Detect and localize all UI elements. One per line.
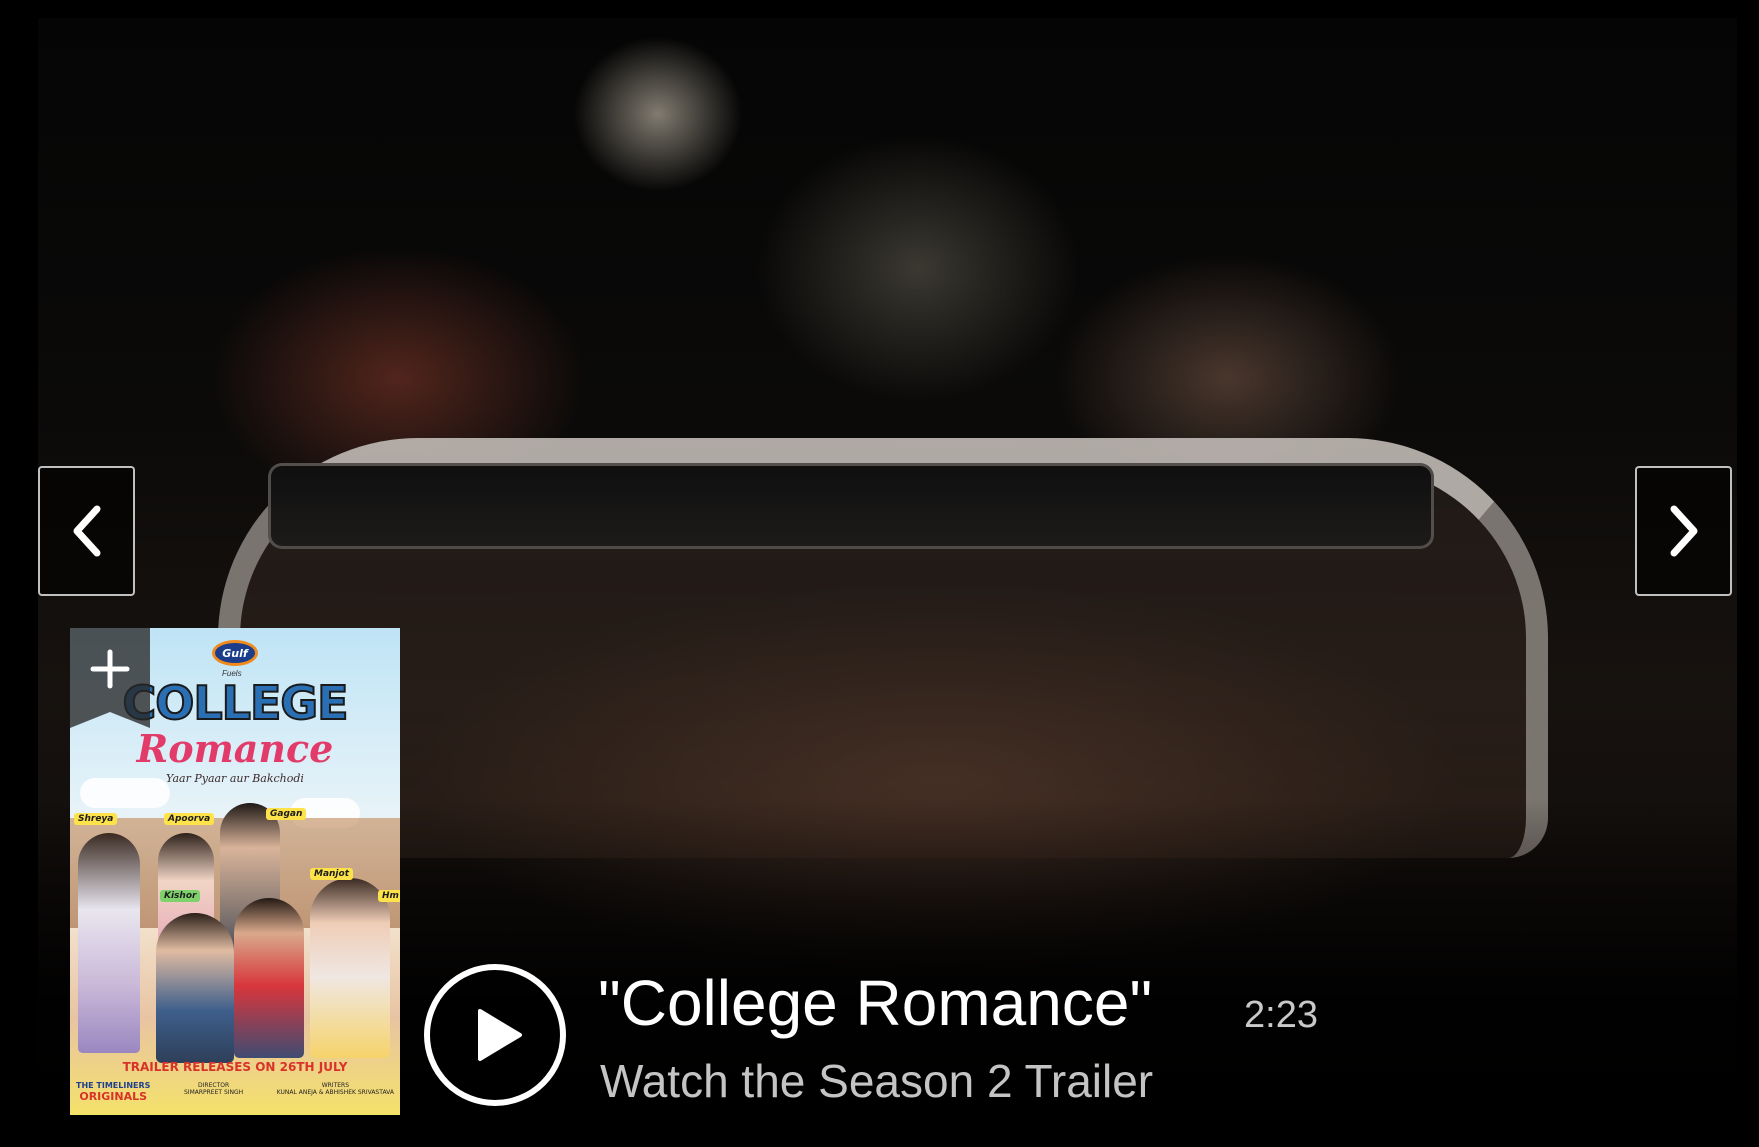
poster-sponsor-logo-text: Gulf: [222, 646, 248, 660]
poster-title-line2: Romance: [136, 726, 334, 771]
chevron-left-icon: [73, 505, 100, 557]
poster-cast-name: Shreya: [74, 813, 118, 825]
poster-cast-member: [310, 878, 390, 1058]
poster-cast-member: [156, 913, 234, 1063]
video-duration: 2:23: [1244, 994, 1318, 1036]
poster-release-text: TRAILER RELEASES ON 26TH JULY: [122, 1060, 348, 1074]
poster-cast-member: [234, 898, 304, 1058]
hero-sunroof-shape: [268, 463, 1434, 549]
poster-director-label: DIRECTOR: [198, 1082, 230, 1089]
add-to-watchlist-button[interactable]: [70, 628, 150, 728]
video-title[interactable]: "College Romance": [598, 968, 1152, 1038]
watchlist-ribbon: [70, 628, 150, 728]
video-subtitle[interactable]: Watch the Season 2 Trailer: [600, 1054, 1153, 1108]
poster-writers-names: KUNAL ANEJA & ABHISHEK SRIVASTAVA: [276, 1089, 394, 1096]
poster-credits-director: DIRECTOR SIMARPREET SINGH: [184, 1082, 243, 1103]
poster-director-name: SIMARPREET SINGH: [183, 1089, 244, 1096]
poster-brand-line2: ORIGINALS: [79, 1089, 148, 1103]
poster-writers-label: WRITERS: [321, 1082, 350, 1089]
poster-tagline: Yaar Pyaar aur Bakchodi: [166, 772, 304, 785]
poster-cast-member: [78, 833, 140, 1053]
play-trailer-button[interactable]: [424, 964, 566, 1106]
poster-credits: THE TIMELINERS ORIGINALS DIRECTOR SIMARP…: [76, 1081, 394, 1103]
poster-sponsor-logo: Gulf: [212, 640, 258, 666]
poster-cast-name: Hm: [378, 890, 400, 902]
poster-credits-brand: THE TIMELINERS ORIGINALS: [76, 1081, 150, 1103]
poster-cast-name: Gagan: [266, 808, 307, 820]
poster-cast-name: Manjot: [310, 868, 354, 880]
poster-cast-name: Kishor: [160, 890, 201, 902]
chevron-right-icon: [1670, 505, 1697, 557]
poster-cast-name: Apoorva: [164, 813, 215, 825]
play-icon: [478, 1009, 522, 1061]
poster-credits-writers: WRITERS KUNAL ANEJA & ABHISHEK SRIVASTAV…: [277, 1082, 394, 1103]
next-slide-button[interactable]: [1635, 466, 1732, 596]
previous-slide-button[interactable]: [38, 466, 135, 596]
